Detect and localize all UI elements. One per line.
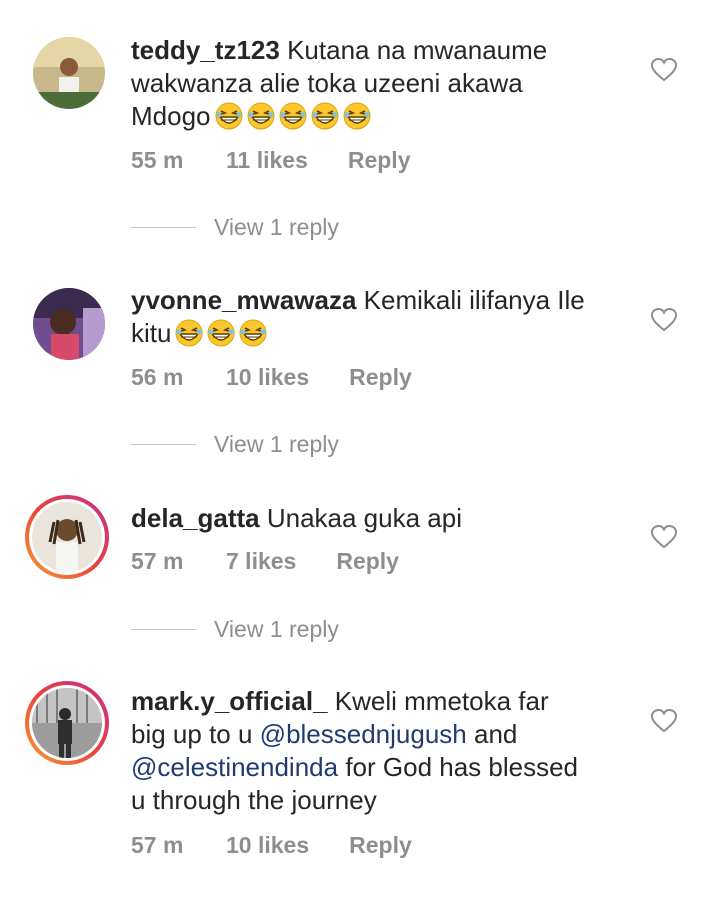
emoji-group <box>171 318 267 348</box>
comment-body: Kutana na mwanaume <box>287 35 548 65</box>
timestamp: 57 m <box>131 548 184 574</box>
username[interactable]: teddy_tz123 <box>131 35 280 65</box>
likes-count[interactable]: 11 likes <box>226 147 308 174</box>
like-heart-icon[interactable] <box>651 308 677 332</box>
laugh-emoji-icon <box>207 319 235 347</box>
comment-text: teddy_tz123 Kutana na mwanaume wakwanza … <box>131 34 631 133</box>
view-replies-label: View 1 reply <box>214 431 339 457</box>
laugh-emoji-icon <box>175 319 203 347</box>
comment-body: Unakaa guka api <box>266 503 462 533</box>
likes-count[interactable]: 10 likes <box>226 364 309 391</box>
timestamp: 55 m <box>131 147 184 173</box>
like-heart-icon[interactable] <box>651 525 677 549</box>
username[interactable]: dela_gatta <box>131 503 260 533</box>
reply-button[interactable]: Reply <box>349 832 412 859</box>
avatar-photo <box>32 502 102 572</box>
avatar <box>32 688 102 758</box>
likes-count[interactable]: 7 likes <box>226 548 296 575</box>
divider-line <box>131 444 196 445</box>
avatar-story-ring[interactable] <box>25 495 109 579</box>
laugh-emoji-icon <box>239 319 267 347</box>
reply-button[interactable]: Reply <box>349 364 412 391</box>
username[interactable]: yvonne_mwawaza <box>131 285 356 315</box>
comment-body: Kweli mmetoka far <box>334 686 549 716</box>
comment-body: and <box>474 719 518 749</box>
comment-meta: 55 m 11 likes Reply <box>131 147 411 174</box>
avatar-ring-gap <box>29 685 105 761</box>
comment-text: dela_gatta Unakaa guka api <box>131 502 631 535</box>
view-replies-button[interactable]: View 1 reply <box>131 431 339 458</box>
comment-body: for God has blessed <box>345 752 579 782</box>
avatar <box>32 502 102 572</box>
likes-count[interactable]: 10 likes <box>226 832 309 859</box>
avatar-ring-gap <box>29 499 105 575</box>
avatar-photo <box>32 688 102 758</box>
divider-line <box>131 227 196 228</box>
comment-body: big up to u <box>131 719 253 749</box>
mention-link[interactable]: @celestinendinda <box>131 752 338 782</box>
reply-button[interactable]: Reply <box>348 147 411 174</box>
comment-text: yvonne_mwawaza Kemikali ilifanya Ile kit… <box>131 284 631 350</box>
laugh-emoji-icon <box>343 102 371 130</box>
laugh-emoji-icon <box>279 102 307 130</box>
timestamp: 57 m <box>131 832 184 858</box>
avatar[interactable] <box>33 288 105 360</box>
avatar-story-ring[interactable] <box>25 681 109 765</box>
comment-body: wakwanza alie toka uzeeni akawa <box>131 68 523 98</box>
like-heart-icon[interactable] <box>651 709 677 733</box>
avatar[interactable] <box>33 37 105 109</box>
laugh-emoji-icon <box>311 102 339 130</box>
laugh-emoji-icon <box>215 102 243 130</box>
view-replies-button[interactable]: View 1 reply <box>131 616 339 643</box>
comment-text: mark.y_official_ Kweli mmetoka far big u… <box>131 685 631 817</box>
comment-meta: 57 m 7 likes Reply <box>131 548 399 575</box>
view-replies-button[interactable]: View 1 reply <box>131 214 339 241</box>
username[interactable]: mark.y_official_ <box>131 686 328 716</box>
divider-line <box>131 629 196 630</box>
comment-body: Mdogo <box>131 101 211 131</box>
comment-body: Kemikali ilifanya Ile <box>363 285 585 315</box>
mention-link[interactable]: @blessednjugush <box>260 719 467 749</box>
view-replies-label: View 1 reply <box>214 616 339 642</box>
view-replies-label: View 1 reply <box>214 214 339 240</box>
like-heart-icon[interactable] <box>651 58 677 82</box>
comment-body: kitu <box>131 318 172 348</box>
comment-meta: 57 m 10 likes Reply <box>131 832 412 859</box>
comment-body: u through the journey <box>131 785 377 815</box>
timestamp: 56 m <box>131 364 184 390</box>
comment-meta: 56 m 10 likes Reply <box>131 364 412 391</box>
emoji-group <box>211 101 371 131</box>
avatar-photo <box>33 37 105 109</box>
avatar-photo <box>33 288 105 360</box>
laugh-emoji-icon <box>247 102 275 130</box>
reply-button[interactable]: Reply <box>336 548 399 575</box>
